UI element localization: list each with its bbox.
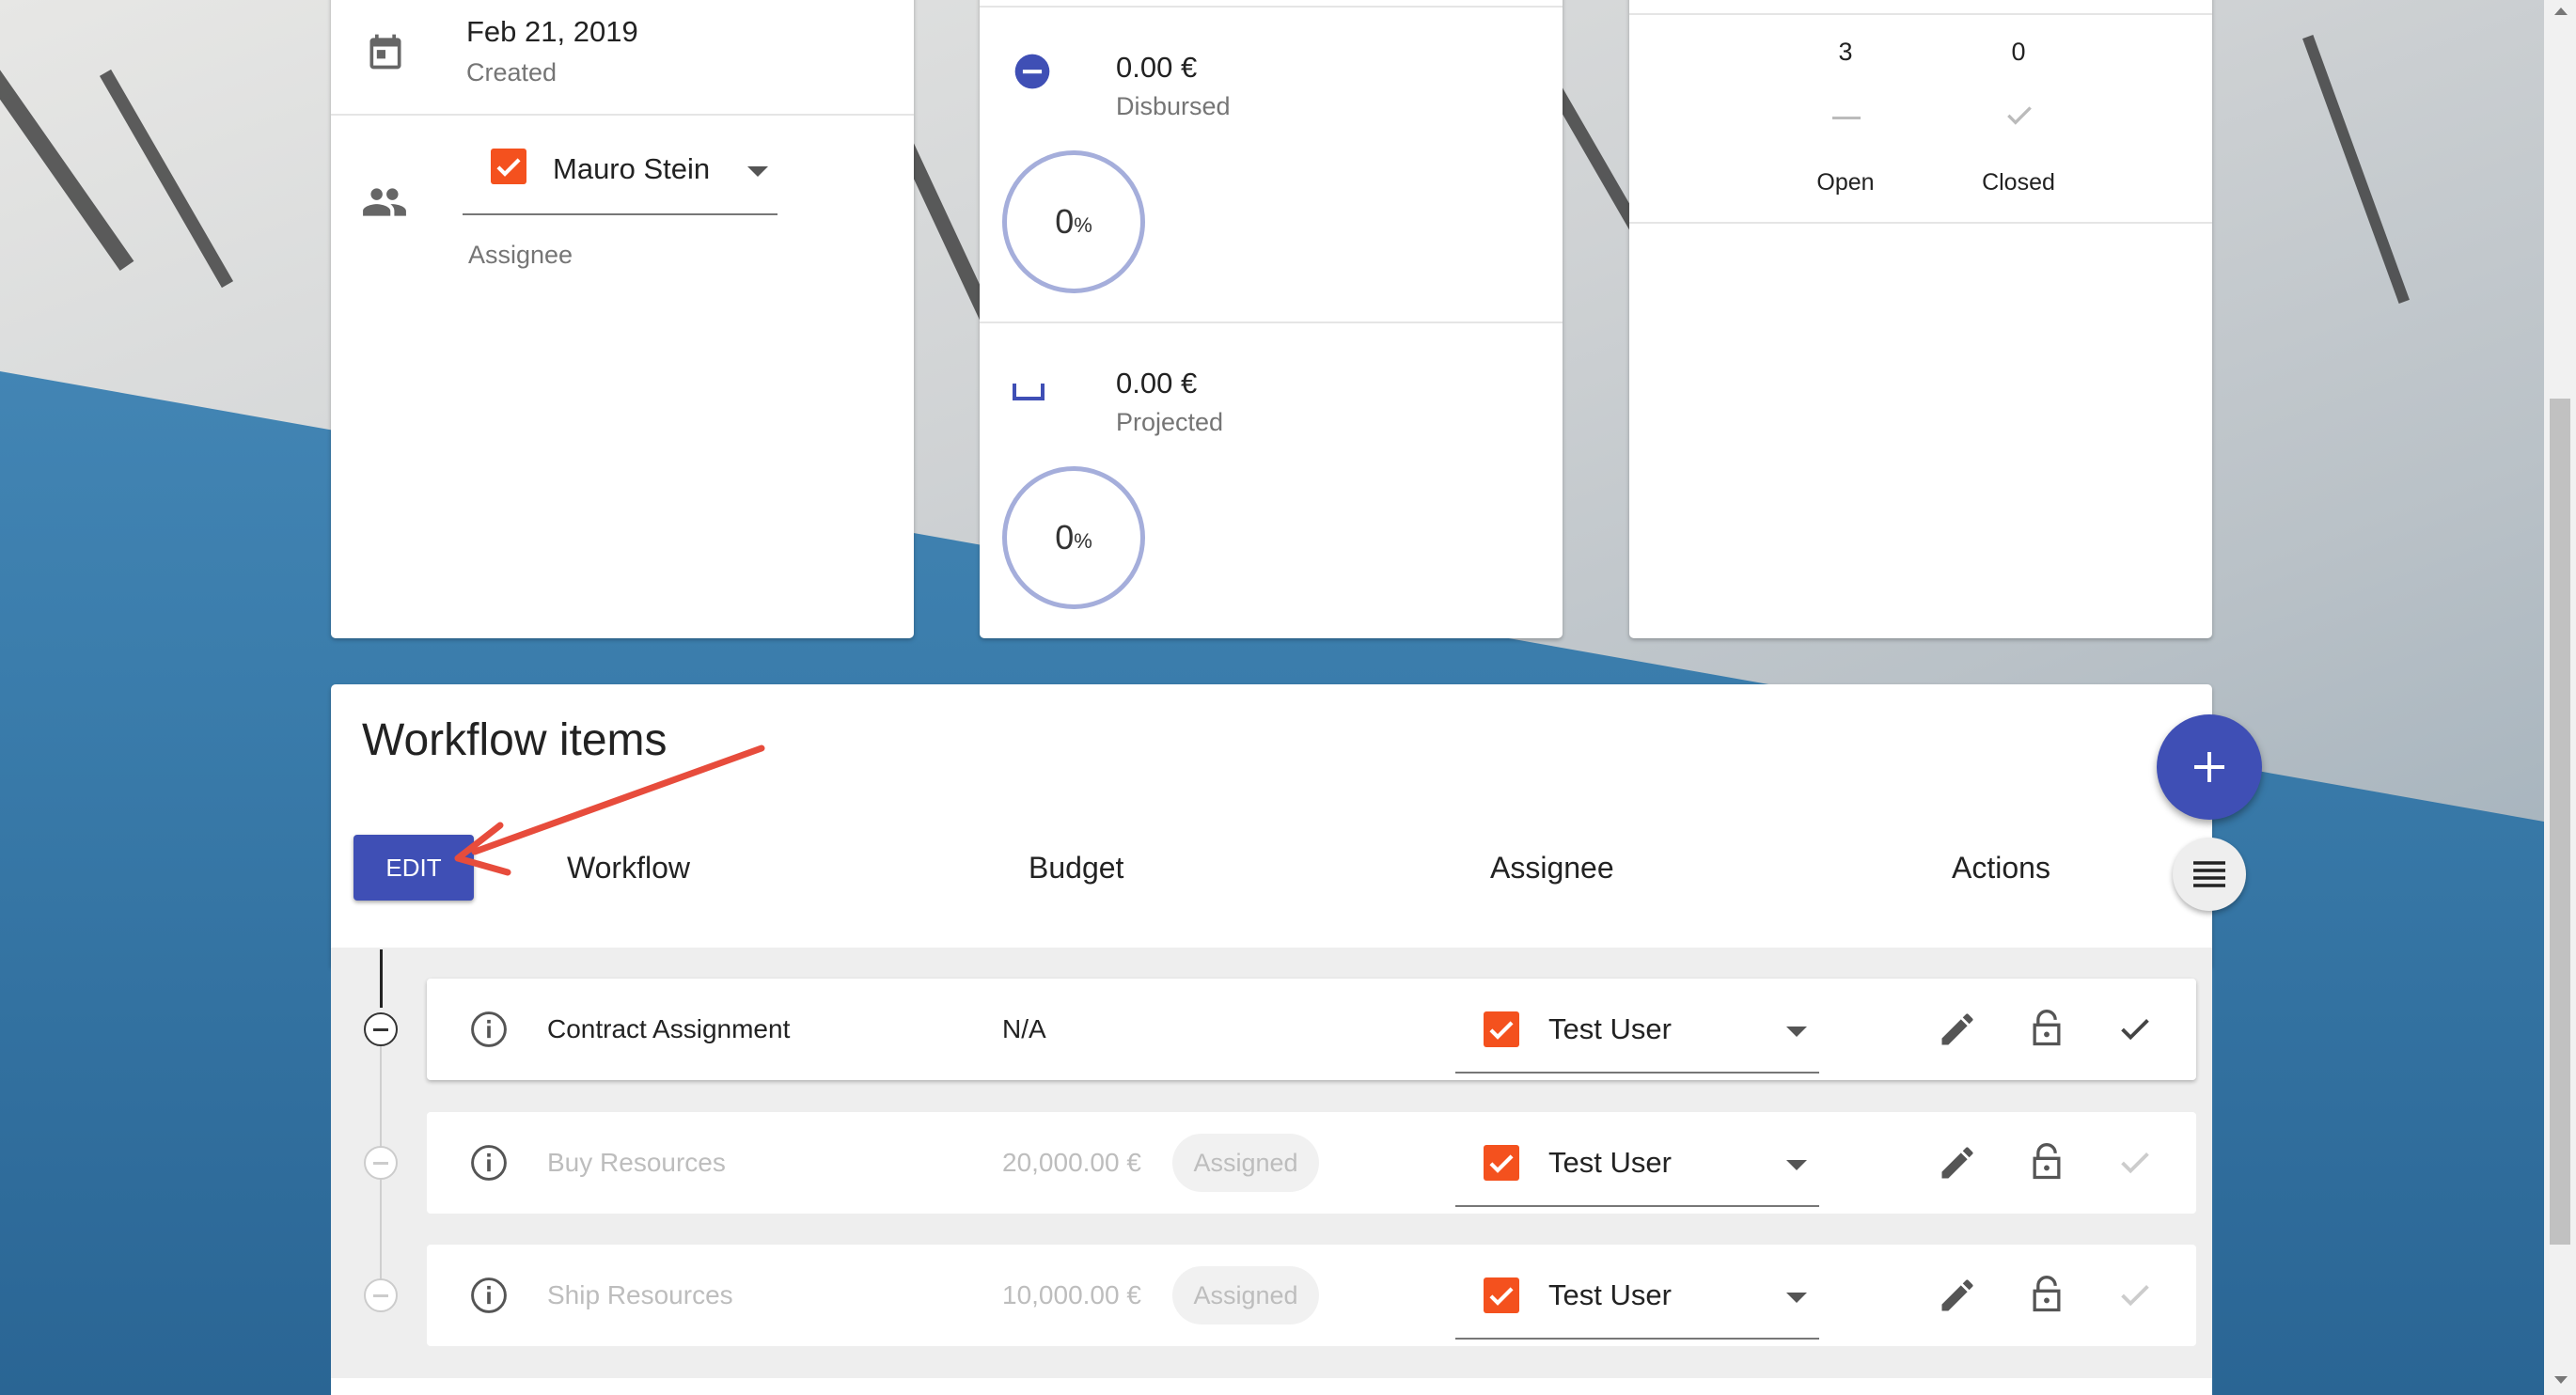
assignee-select[interactable]: Test User	[1455, 993, 1819, 1074]
workflow-item-name: Ship Resources	[547, 1280, 733, 1309]
assignee-name: Test User	[1548, 1278, 1672, 1311]
lock-icon[interactable]	[2026, 1007, 2067, 1050]
assignee-name: Test User	[1548, 1012, 1672, 1045]
check-icon	[2121, 1152, 2149, 1174]
check-icon[interactable]	[2113, 1007, 2157, 1050]
assignee-checkbox[interactable]	[1484, 1145, 1519, 1181]
workflow-item-name: Contract Assignment	[547, 1014, 791, 1043]
add-workflow-item-button[interactable]	[2157, 714, 2262, 820]
assignee-checkbox[interactable]	[1484, 1277, 1519, 1313]
workflow-card-bottom-edge	[331, 1378, 2212, 1395]
workflow-item-budget: 10,000.00 €	[1002, 1280, 1141, 1309]
check-icon	[1489, 1287, 1514, 1306]
lock-icon[interactable]	[2026, 1273, 2067, 1316]
workflow-item-budget: N/A	[1002, 1014, 1046, 1043]
scrollbar-track[interactable]	[2544, 0, 2576, 1395]
timeline-node	[364, 1012, 398, 1046]
timeline-top-line	[380, 949, 383, 1008]
assignee-checkbox[interactable]	[1484, 1011, 1519, 1047]
assignee-select[interactable]: Test User	[1455, 1126, 1819, 1207]
status-badge: Assigned	[1172, 1134, 1319, 1192]
status-badge: Assigned	[1172, 1266, 1319, 1324]
timeline-node	[364, 1146, 398, 1180]
sort-list-button[interactable]	[2173, 838, 2246, 911]
edit-icon[interactable]	[1937, 1275, 1978, 1316]
workflow-item-budget: 20,000.00 €	[1002, 1148, 1141, 1177]
edit-icon[interactable]	[1937, 1142, 1978, 1183]
workflow-item-row[interactable]: Buy Resources 20,000.00 € Assigned Test …	[427, 1112, 2196, 1214]
info-icon[interactable]	[468, 1142, 510, 1183]
assignee-name: Test User	[1548, 1146, 1672, 1179]
timeline-node	[364, 1278, 398, 1312]
edit-icon[interactable]	[1937, 1009, 1978, 1050]
lock-icon[interactable]	[2026, 1140, 2067, 1183]
workflow-item-name: Buy Resources	[547, 1148, 726, 1177]
info-icon[interactable]	[468, 1009, 510, 1050]
scroll-down-arrow[interactable]	[2554, 1376, 2568, 1384]
chevron-down-icon	[1786, 1027, 1807, 1037]
chevron-down-icon	[1786, 1293, 1807, 1303]
plus-icon	[2194, 752, 2224, 782]
scrollbar-thumb[interactable]	[2550, 399, 2570, 1245]
check-icon	[2121, 1285, 2149, 1307]
scroll-up-arrow[interactable]	[2554, 8, 2568, 15]
info-icon[interactable]	[468, 1275, 510, 1316]
workflow-item-row[interactable]: Ship Resources 10,000.00 € Assigned Test…	[427, 1245, 2196, 1346]
chevron-down-icon	[1786, 1160, 1807, 1170]
check-icon	[1489, 1021, 1514, 1040]
workflow-item-row[interactable]: Contract Assignment N/A Test User	[427, 979, 2196, 1080]
assignee-select[interactable]: Test User	[1455, 1259, 1819, 1340]
check-icon	[1489, 1154, 1514, 1173]
list-icon	[2193, 861, 2225, 887]
